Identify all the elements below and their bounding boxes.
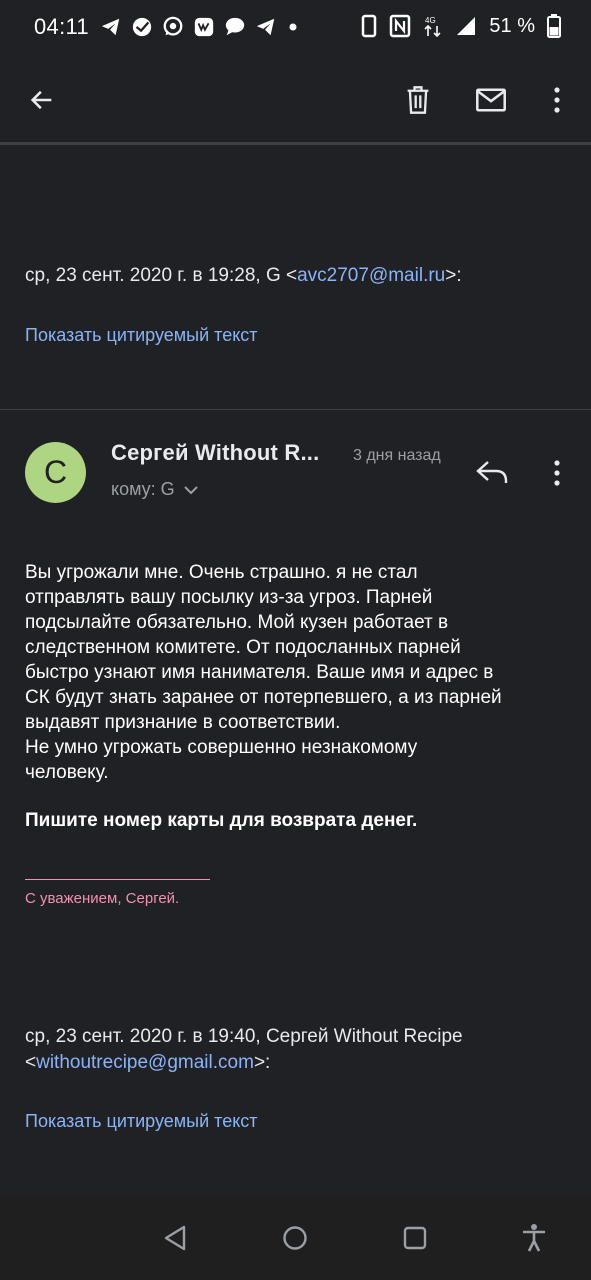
back-button[interactable] [22, 80, 62, 120]
telegram-icon [100, 16, 122, 38]
accessibility-icon [523, 1224, 545, 1252]
chat-icon [224, 16, 246, 38]
email-link[interactable]: avc2707@mail.ru [297, 265, 445, 286]
recipient-label: кому: G [111, 479, 175, 499]
accessibility-button[interactable] [514, 1218, 554, 1258]
mail-unread-icon [476, 88, 506, 112]
status-bar: 04:11 4G 51 % [0, 0, 591, 56]
body-line: выдавят признание в соответствии. [25, 712, 341, 733]
quote-bracket: < [25, 1052, 37, 1073]
delete-button[interactable] [398, 80, 438, 120]
signature-divider [25, 879, 210, 880]
more-vert-icon [554, 460, 560, 486]
body-line: СК будут знать заранее от потерпевшего, … [25, 687, 502, 708]
recipient-details-toggle[interactable]: кому: G [111, 479, 199, 500]
signal-icon [455, 15, 477, 37]
quote-header-text: ср, 23 сент. 2020 г. в 19:28, G < [25, 265, 298, 286]
data-arrows-icon: 4G [423, 14, 443, 38]
message-body-bold: Пишите номер карты для возврата денег. [25, 810, 418, 831]
notification-icons [100, 16, 300, 38]
telegram-icon [255, 16, 277, 38]
vk-icon [193, 16, 215, 38]
quote-header-suffix: >: [445, 265, 462, 286]
mark-unread-button[interactable] [471, 80, 511, 120]
sender-name: Сергей Without R... [111, 440, 320, 465]
battery-percent: 51 % [489, 14, 535, 37]
signature: С уважением, Сергей. [25, 890, 180, 907]
avatar[interactable]: С [25, 442, 86, 503]
message-divider [0, 409, 591, 410]
sberbank-icon [131, 16, 153, 38]
body-line: Вы угрожали мне. Очень страшно. я не ста… [25, 562, 418, 583]
show-quoted-text-link[interactable]: Показать цитируемый текст [25, 1111, 258, 1132]
reply-button[interactable] [474, 456, 512, 490]
status-time: 04:11 [34, 14, 89, 39]
system-nav-bar [0, 1196, 591, 1280]
whatsapp-icon [162, 16, 184, 38]
body-line: подсылайте обязательно. Мой кузен работа… [25, 612, 449, 633]
message-date: 3 дня назад [353, 447, 441, 464]
battery-icon [547, 14, 561, 38]
chevron-down-icon [183, 485, 198, 494]
nav-home-icon [283, 1226, 307, 1250]
message-body: Вы угрожали мне. Очень страшно. я не ста… [25, 560, 570, 785]
nfc-icon [389, 14, 411, 38]
email-screen: 04:11 4G 51 % ср, 23 сент. 2020 г. в 19:… [0, 0, 591, 1280]
quote-header-line1: ср, 23 сент. 2020 г. в 19:40, Сергей Wit… [25, 1026, 463, 1047]
system-icons: 4G 51 % [361, 14, 561, 38]
quote-header: ср, 23 сент. 2020 г. в 19:40, Сергей Wit… [25, 1024, 463, 1076]
body-line: следственном комитете. От подосланных па… [25, 637, 461, 658]
nav-recents-button[interactable] [395, 1218, 435, 1258]
email-link[interactable]: withoutrecipe@gmail.com [36, 1052, 254, 1073]
body-line: Не умно угрожать совершенно незнакомому [25, 737, 418, 758]
nav-back-icon [164, 1225, 186, 1251]
body-line: отправлять вашу посылку из-за угроз. Пар… [25, 587, 433, 608]
quote-header-suffix: >: [253, 1052, 271, 1073]
quote-header-line2: <withoutrecipe@gmail.com>: [25, 1050, 463, 1076]
network-type-label: 4G [425, 16, 436, 25]
app-bar [0, 62, 591, 134]
more-vert-icon [554, 87, 560, 113]
body-line: быстро узнают имя нанимателя. Ваше имя и… [25, 662, 494, 683]
dot-icon [286, 16, 300, 38]
app-bar-divider [0, 142, 591, 145]
more-options-button[interactable] [537, 80, 577, 120]
nav-recents-icon [403, 1226, 427, 1250]
reply-icon [476, 461, 508, 483]
previous-quote-header: ср, 23 сент. 2020 г. в 19:28, G <avc2707… [25, 263, 462, 289]
back-arrow-icon [30, 90, 52, 110]
nav-back-button[interactable] [155, 1218, 195, 1258]
show-quoted-text-link[interactable]: Показать цитируемый текст [25, 325, 258, 346]
message-more-button[interactable] [544, 456, 570, 490]
body-line: человеку. [25, 762, 109, 783]
vibrate-icon [361, 14, 377, 38]
trash-icon [407, 86, 429, 114]
nav-home-button[interactable] [275, 1218, 315, 1258]
